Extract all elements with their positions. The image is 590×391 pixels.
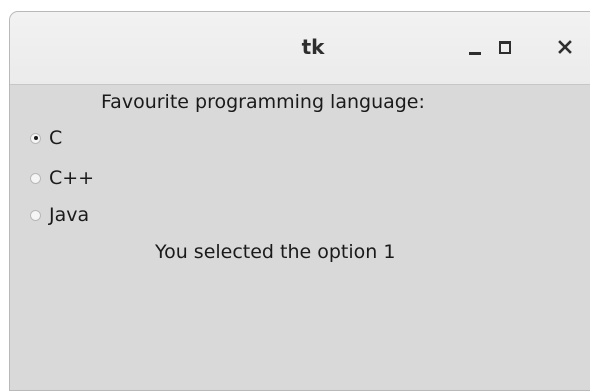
radio-option-c[interactable]: C: [30, 127, 62, 149]
app-window: tk Favourite programming language: C C++…: [9, 11, 590, 391]
main-content: Favourite programming language: C C++ Ja…: [10, 85, 590, 390]
radio-option-label: Java: [49, 204, 90, 226]
radio-unchecked-icon[interactable]: [30, 172, 41, 184]
radio-option-label: C: [49, 127, 63, 149]
minimize-button[interactable]: [458, 30, 492, 64]
radio-checked-icon[interactable]: [30, 132, 41, 144]
maximize-button[interactable]: [488, 30, 522, 64]
title-bar[interactable]: tk: [10, 12, 590, 85]
maximize-icon: [499, 40, 511, 54]
window-title-text: tk: [301, 35, 325, 59]
close-icon: [558, 40, 572, 54]
question-label: Favourite programming language:: [101, 91, 425, 113]
minimize-icon: [469, 52, 481, 55]
radio-unchecked-icon[interactable]: [30, 209, 41, 221]
radio-option-cpp[interactable]: C++: [30, 167, 94, 189]
radio-option-java[interactable]: Java: [30, 204, 89, 226]
close-button[interactable]: [548, 30, 582, 64]
selection-result-label: You selected the option 1: [155, 241, 396, 263]
radio-option-label: C++: [49, 167, 95, 189]
